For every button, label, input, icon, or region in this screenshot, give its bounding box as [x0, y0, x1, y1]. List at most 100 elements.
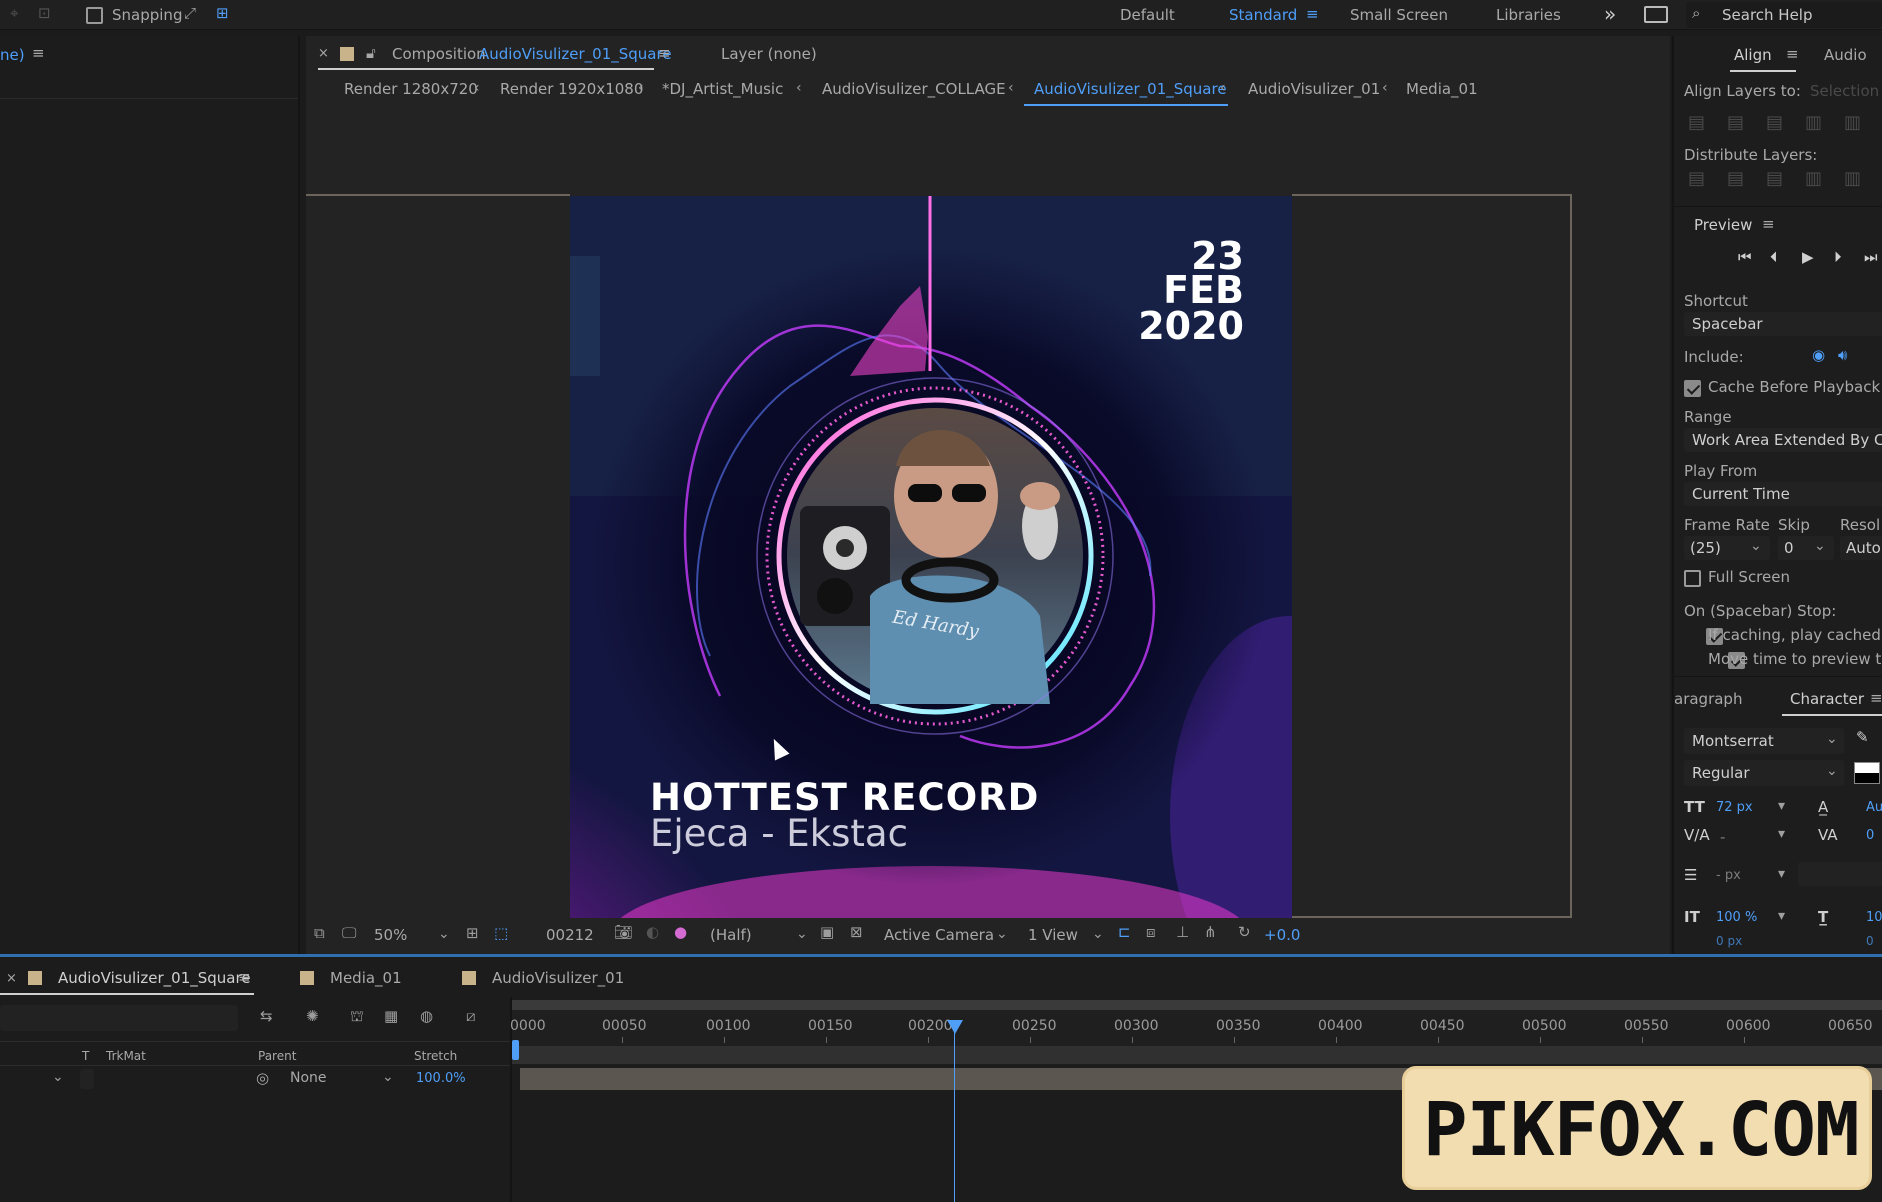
include-audio-icon[interactable]: 🔊︎: [1838, 346, 1847, 364]
font-size-value[interactable]: 72 px: [1716, 800, 1753, 815]
reset-exposure-icon[interactable]: ↻: [1238, 923, 1251, 941]
camera-select[interactable]: Active Camera: [884, 926, 994, 944]
composition-tab-name[interactable]: AudioVisulizer_01_Square: [479, 45, 672, 63]
graph-editor-icon[interactable]: ⧄: [466, 1007, 476, 1025]
comp-tab-menu-icon[interactable]: ≡: [658, 44, 671, 62]
layer-search-input[interactable]: [0, 1005, 238, 1031]
lock-icon[interactable]: 🔓︎: [366, 44, 376, 62]
tab-character[interactable]: Character: [1790, 690, 1864, 708]
snapping-checkbox[interactable]: [86, 7, 103, 24]
workspace-window-icon[interactable]: [1644, 6, 1668, 23]
timeline-tab[interactable]: Media_01: [330, 969, 402, 987]
work-area-track[interactable]: [512, 1046, 1882, 1064]
next-frame-icon[interactable]: ⏵︎: [1834, 248, 1842, 266]
snapshot-icon[interactable]: 📷︎: [614, 923, 633, 941]
breadcrumb-item-active[interactable]: AudioVisulizer_01_Square: [1034, 80, 1227, 98]
frame-blending-icon[interactable]: ▦: [384, 1007, 398, 1025]
first-frame-icon[interactable]: ⏮︎: [1738, 248, 1752, 266]
parent-select[interactable]: None: [290, 1070, 327, 1086]
resolution-select[interactable]: (Half): [710, 926, 752, 944]
cache-before-playback-checkbox[interactable]: [1684, 380, 1701, 397]
font-style-select[interactable]: Regular ⌄: [1684, 760, 1844, 786]
toggle-pixel-aspect-icon[interactable]: ⊏: [1118, 923, 1131, 941]
previous-frame-icon[interactable]: ⏴︎: [1770, 248, 1778, 266]
view-layout-select[interactable]: 1 View: [1028, 926, 1078, 944]
eyedropper-icon[interactable]: ✎: [1856, 728, 1869, 746]
skip-select[interactable]: 0 ⌄: [1778, 536, 1834, 560]
show-snapshot-icon[interactable]: ◐: [646, 923, 659, 941]
vertical-scale-value[interactable]: 100 %: [1716, 910, 1757, 925]
snap-edge-icon[interactable]: ⤢: [184, 4, 196, 22]
fit-icon[interactable]: ⊞: [466, 924, 479, 942]
baseline-shift-value[interactable]: 0 px: [1716, 934, 1742, 948]
layer-tab[interactable]: Layer (none): [721, 45, 817, 63]
frame-rate-select[interactable]: (25) ⌄: [1684, 536, 1770, 560]
chevron-down-icon[interactable]: ⌄: [52, 1069, 64, 1085]
project-panel-title[interactable]: ne): [0, 46, 25, 64]
panel-menu-icon[interactable]: ≡: [32, 44, 45, 62]
tool-icon[interactable]: ⌖: [10, 4, 18, 22]
transparency-grid-icon[interactable]: ⊠: [850, 923, 863, 941]
search-help-field[interactable]: ⌕ Search Help: [1686, 2, 1882, 28]
breadcrumb-item[interactable]: Render 1920x1080: [500, 80, 643, 98]
parent-pickwhip-icon[interactable]: ◎: [256, 1069, 269, 1087]
workspace-libraries[interactable]: Libraries: [1496, 6, 1561, 24]
tracking-value[interactable]: 0: [1866, 828, 1874, 843]
zoom-select[interactable]: 50%: [374, 926, 407, 944]
play-from-select[interactable]: Current Time: [1684, 482, 1882, 506]
workspace-small-screen[interactable]: Small Screen: [1350, 6, 1448, 24]
shortcut-select[interactable]: Spacebar: [1684, 312, 1882, 336]
leading-value[interactable]: Au: [1866, 800, 1882, 815]
motion-blur-icon[interactable]: ◍: [420, 1007, 433, 1025]
tsume-value[interactable]: 0: [1866, 934, 1874, 948]
font-family-select[interactable]: Montserrat ⌄: [1684, 728, 1844, 754]
exposure-value[interactable]: +0.0: [1264, 926, 1300, 944]
shy-layers-icon[interactable]: ⛫: [350, 1007, 364, 1027]
timeline-tab-active[interactable]: AudioVisulizer_01_Square: [58, 969, 251, 987]
tab-audio[interactable]: Audio: [1824, 46, 1867, 64]
display-icon[interactable]: 🖵︎: [342, 924, 356, 942]
workspace-menu-icon[interactable]: ≡: [1306, 5, 1319, 23]
kerning-value[interactable]: -: [1720, 828, 1725, 846]
align-layers-select[interactable]: Selection: [1810, 82, 1879, 100]
composition-viewer[interactable]: 23 FEB 2020 HOTTEST RECORD Ejeca - Eksta…: [570, 196, 1292, 918]
tab-paragraph[interactable]: aragraph: [1674, 690, 1742, 708]
breadcrumb-item[interactable]: AudioVisulizer_01: [1248, 80, 1380, 98]
draft-3d-icon[interactable]: ⧈: [1146, 923, 1156, 941]
stroke-style-select[interactable]: [1798, 862, 1882, 886]
full-screen-checkbox[interactable]: [1684, 570, 1701, 587]
resolution-preview-select[interactable]: Auto: [1840, 536, 1882, 560]
play-icon[interactable]: ▶: [1802, 248, 1814, 266]
trkmat-select[interactable]: [80, 1069, 94, 1089]
color-channels-icon[interactable]: ●: [674, 923, 687, 941]
comp-mini-flowchart-icon[interactable]: ⇆: [260, 1007, 273, 1025]
timeline-tab-menu-icon[interactable]: ≡: [238, 968, 251, 986]
snap-feature-icon[interactable]: ⊞: [216, 4, 229, 22]
last-frame-icon[interactable]: ⏭︎: [1864, 248, 1878, 266]
character-menu-icon[interactable]: ≡: [1870, 689, 1882, 707]
align-menu-icon[interactable]: ≡: [1786, 45, 1799, 63]
work-area-start-handle[interactable]: [512, 1040, 519, 1060]
composition-tab-prefix[interactable]: Composition: [392, 45, 486, 63]
always-preview-icon[interactable]: ⧉: [314, 924, 325, 942]
breadcrumb-item[interactable]: Render 1280x720: [344, 80, 478, 98]
work-area-bar[interactable]: [512, 1000, 1882, 1010]
fast-preview-icon[interactable]: ▣: [820, 923, 834, 941]
breadcrumb-item[interactable]: *DJ_Artist_Music: [662, 80, 783, 98]
timeline-tab[interactable]: AudioVisulizer_01: [492, 969, 624, 987]
stretch-value[interactable]: 100.0%: [416, 1071, 466, 1086]
workspace-default[interactable]: Default: [1120, 6, 1175, 24]
range-select[interactable]: Work Area Extended By Curre: [1684, 428, 1882, 452]
current-time-indicator[interactable]: [947, 1020, 963, 1034]
region-of-interest-icon[interactable]: ⬚: [494, 924, 508, 942]
horizontal-scale-value[interactable]: 100: [1866, 910, 1882, 925]
comp-flowchart-icon[interactable]: ⋔: [1204, 923, 1217, 941]
breadcrumb-item[interactable]: AudioVisulizer_COLLAGE: [822, 80, 1006, 98]
include-video-icon[interactable]: ◉: [1812, 346, 1825, 364]
fill-color-swatch[interactable]: [1854, 762, 1880, 784]
current-time[interactable]: 00212: [546, 926, 594, 944]
close-tab-icon[interactable]: ×: [6, 971, 17, 986]
more-workspaces-icon[interactable]: »: [1604, 2, 1616, 26]
preview-menu-icon[interactable]: ≡: [1762, 215, 1775, 233]
close-tab-icon[interactable]: ×: [318, 46, 329, 61]
